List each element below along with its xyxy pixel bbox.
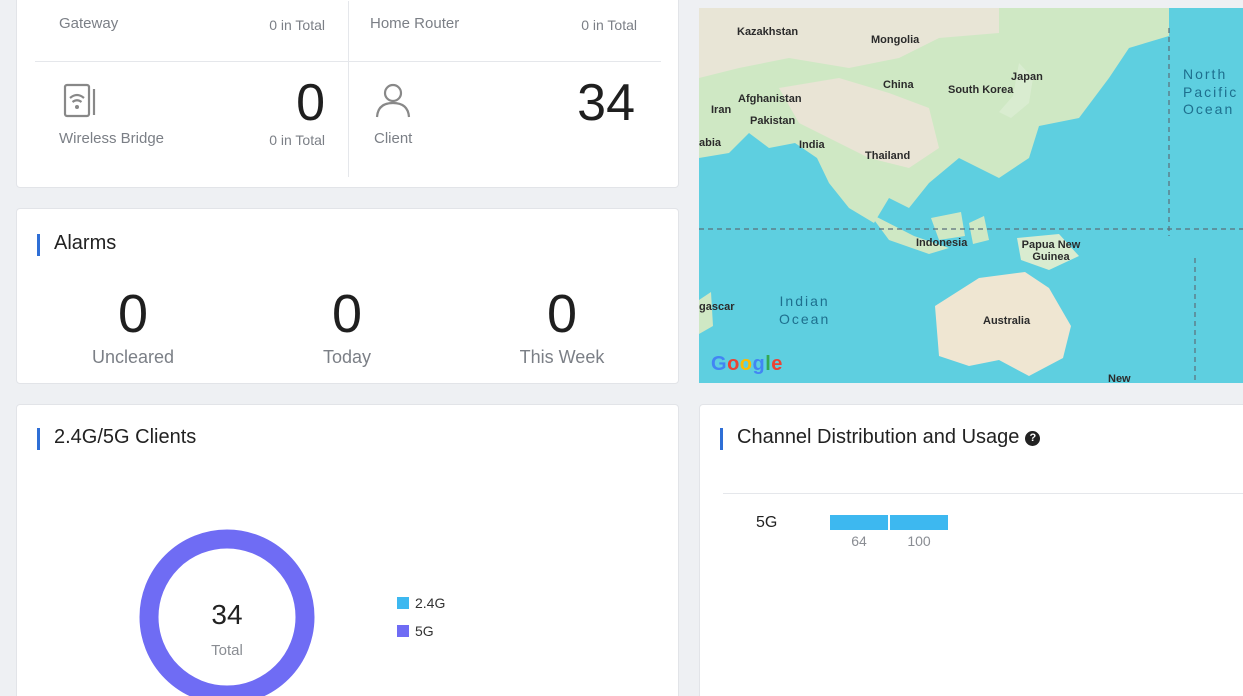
map-label-indian-ocean: Indian Ocean: [779, 293, 831, 327]
map-label-indonesia: Indonesia: [916, 237, 968, 249]
row-divider: [35, 61, 661, 62]
alarm-this-week-value: 0: [546, 284, 578, 344]
legend-label-5g: 5G: [415, 623, 434, 639]
client-label: Client: [374, 130, 413, 147]
donut-total-label: Total: [211, 642, 243, 659]
map-label-kazakhstan: Kazakhstan: [737, 26, 799, 38]
alarm-today-label: Today: [322, 347, 372, 367]
map-label-afghanistan: Afghanistan: [738, 93, 802, 105]
device-map[interactable]: Kazakhstan Mongolia China Japan South Ko…: [699, 8, 1243, 383]
alarm-today-value: 0: [331, 284, 363, 344]
map-label-australia: Australia: [983, 315, 1031, 327]
help-icon[interactable]: ?: [1025, 431, 1041, 446]
channel-divider: [723, 493, 1243, 494]
google-logo: Google: [711, 353, 783, 375]
map-label-new: New: [1108, 373, 1131, 383]
gateway-total: 0 in Total: [269, 17, 325, 33]
channel-bar-64[interactable]: [830, 515, 888, 530]
alarm-uncleared-value: 0: [117, 284, 149, 344]
map-label-mongolia: Mongolia: [871, 34, 920, 46]
map-label-japan: Japan: [1011, 71, 1043, 83]
map-label-thailand: Thailand: [865, 150, 911, 162]
gateway-label: Gateway: [59, 15, 119, 32]
donut-total-value: 34: [211, 599, 243, 630]
channel-distribution-card: Channel Distribution and Usage? 5G 64 10…: [699, 404, 1243, 696]
alarms-title: Alarms: [37, 232, 116, 256]
map-label-papua-new-guinea: Papua New Guinea: [1021, 239, 1081, 263]
alarm-uncleared[interactable]: 0 Uncleared: [33, 287, 233, 368]
channel-tick-64: 64: [851, 533, 867, 549]
legend-swatch-2-4g: [397, 597, 409, 609]
channel-title: Channel Distribution and Usage?: [720, 426, 1041, 450]
alarm-this-week[interactable]: 0 This Week: [462, 287, 662, 368]
map-label-madagascar: gascar: [699, 301, 735, 313]
legend-item-5g[interactable]: 5G: [397, 623, 434, 639]
user-icon: [374, 81, 412, 124]
wireless-bridge-total: 0 in Total: [269, 132, 325, 148]
map-label-pacific-ocean: North Pacific Ocean: [1183, 66, 1239, 117]
alarm-uncleared-label: Uncleared: [91, 347, 175, 367]
device-summary-card: Gateway 0 in Total Home Router 0 in Tota…: [16, 0, 679, 188]
channel-tick-100: 100: [907, 533, 931, 549]
map-label-china: China: [883, 79, 914, 91]
wifi-bridge-icon: [63, 83, 99, 124]
alarm-this-week-label: This Week: [519, 347, 605, 367]
channel-title-text: Channel Distribution and Usage: [737, 426, 1020, 448]
wireless-bridge-label: Wireless Bridge: [59, 130, 165, 147]
home-router-total: 0 in Total: [581, 17, 637, 33]
channel-band-label: 5G: [756, 514, 778, 531]
alarms-card: Alarms 0 Uncleared 0 Today 0 This Week: [16, 208, 679, 384]
client-count: 34: [577, 74, 635, 132]
legend-swatch-5g: [397, 625, 409, 637]
column-divider: [348, 1, 349, 177]
map-label-iran: Iran: [711, 104, 732, 116]
legend-label-2-4g: 2.4G: [415, 595, 446, 611]
legend-item-2-4g[interactable]: 2.4G: [397, 595, 445, 611]
alarm-today[interactable]: 0 Today: [247, 287, 447, 368]
clients-card: 2.4G/5G Clients 34 Total 2.4G 5G: [16, 404, 679, 696]
map-label-south-korea: South Korea: [948, 84, 1014, 96]
clients-title: 2.4G/5G Clients: [37, 426, 196, 450]
wireless-bridge-count: 0: [296, 74, 325, 132]
home-router-label: Home Router: [370, 15, 460, 32]
channel-bar-100[interactable]: [890, 515, 948, 530]
map-label-india: India: [799, 139, 825, 151]
map-label-pakistan: Pakistan: [750, 115, 796, 127]
map-label-arabia: abia: [699, 137, 722, 149]
